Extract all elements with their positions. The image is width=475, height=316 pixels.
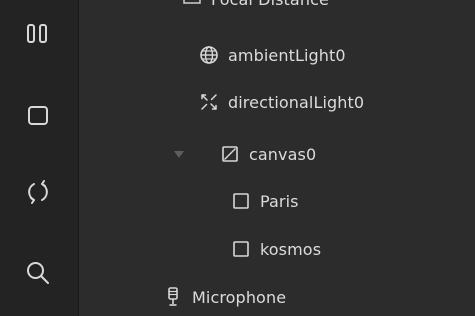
tree-item-ambientlight0[interactable]: ambientLight0 bbox=[198, 40, 346, 70]
tree-item-canvas0[interactable]: canvas0 bbox=[219, 139, 316, 169]
scene-panel: Focal Distance ambientLight0 bbox=[0, 0, 475, 316]
square-icon bbox=[230, 238, 252, 260]
tree-item-label: ambientLight0 bbox=[228, 45, 346, 65]
search-icon bbox=[25, 260, 51, 286]
canvas-icon bbox=[219, 143, 241, 165]
tree-item-label: kosmos bbox=[260, 239, 322, 259]
globe-icon bbox=[198, 44, 220, 66]
stop-icon bbox=[26, 104, 50, 128]
tree-item-label: Paris bbox=[260, 191, 299, 211]
tree-item-microphone[interactable]: Microphone bbox=[162, 282, 286, 312]
expand-caret-icon[interactable] bbox=[174, 151, 184, 158]
microphone-icon bbox=[162, 286, 184, 308]
tree-item-directionallight0[interactable]: directionalLight0 bbox=[198, 87, 364, 117]
tree-item-kosmos[interactable]: kosmos bbox=[230, 234, 321, 264]
tree-item-label: Focal Distance bbox=[211, 0, 329, 9]
tree-item-focal-distance[interactable]: Focal Distance bbox=[181, 0, 329, 14]
stop-button[interactable] bbox=[14, 96, 62, 136]
tree-item-label: Microphone bbox=[192, 287, 287, 307]
refresh-icon bbox=[25, 179, 51, 205]
ruler-icon bbox=[181, 0, 203, 10]
tree-item-label: directionalLight0 bbox=[228, 92, 365, 112]
search-button[interactable] bbox=[14, 253, 62, 293]
left-toolbar bbox=[0, 0, 79, 316]
tree-item-label: canvas0 bbox=[249, 144, 317, 164]
pause-button[interactable] bbox=[14, 14, 62, 54]
square-icon bbox=[230, 190, 252, 212]
tree-item-paris[interactable]: Paris bbox=[230, 186, 299, 216]
refresh-button[interactable] bbox=[14, 172, 62, 212]
directional-light-icon bbox=[198, 91, 220, 113]
pause-icon bbox=[26, 23, 50, 45]
scene-tree: Focal Distance ambientLight0 bbox=[80, 0, 475, 316]
